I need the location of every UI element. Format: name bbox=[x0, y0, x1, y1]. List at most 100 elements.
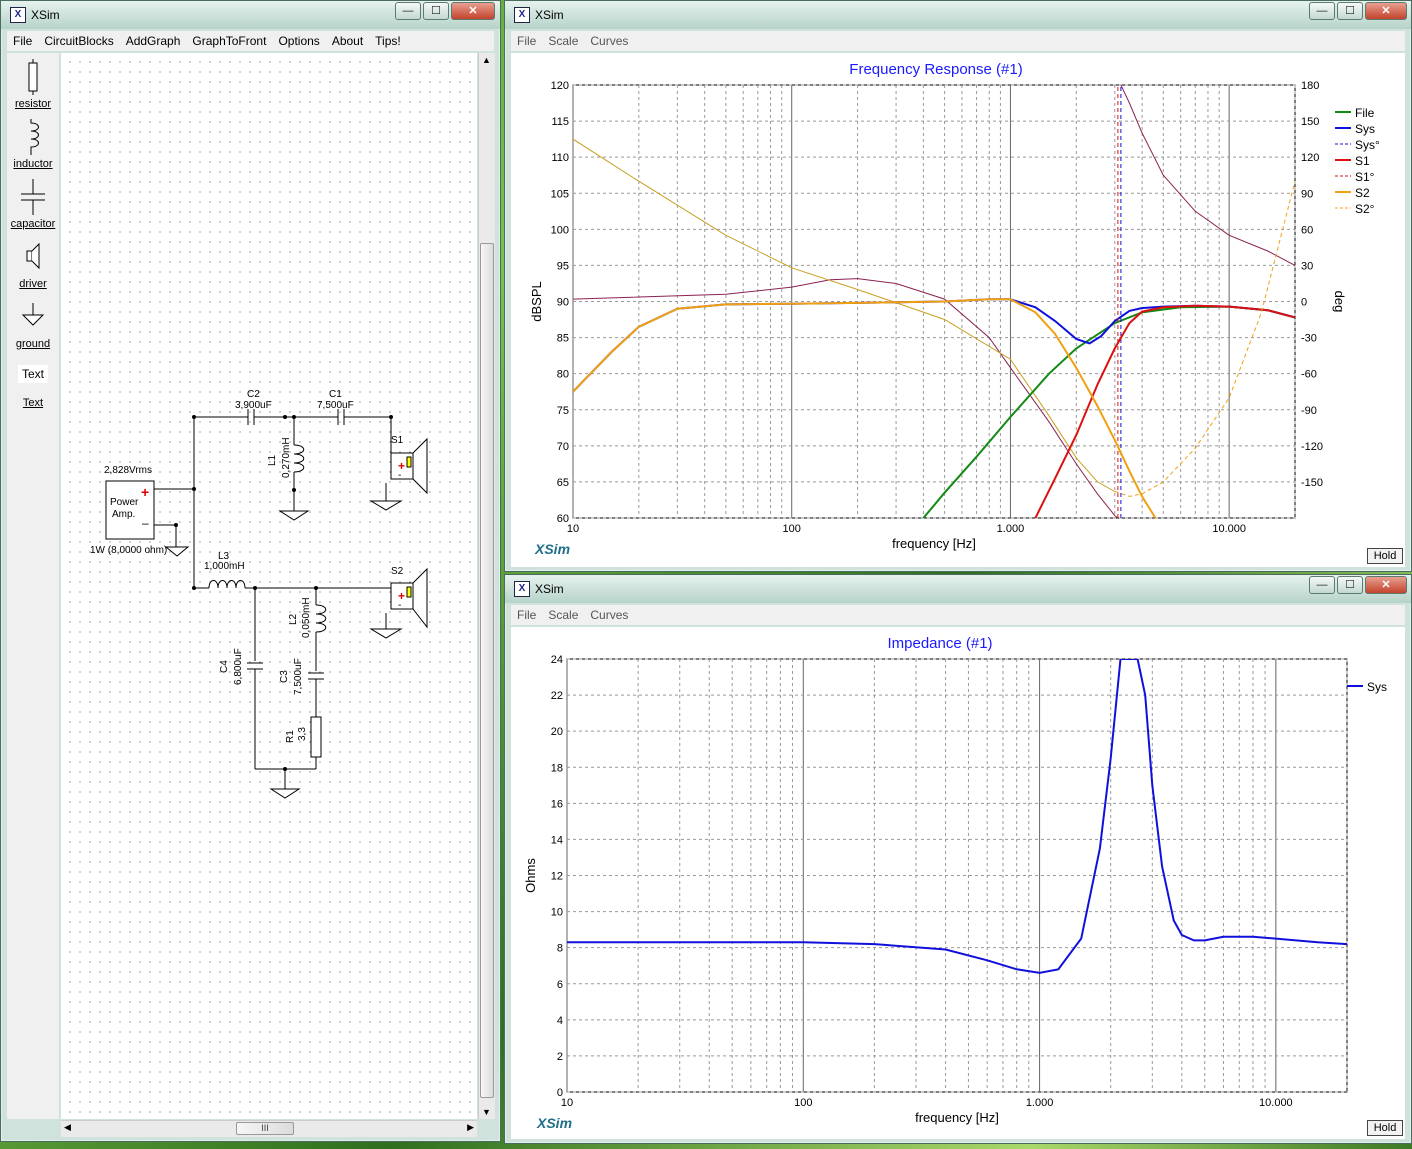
circuit-menu-circuitblocks[interactable]: CircuitBlocks bbox=[38, 31, 119, 48]
palette-ground[interactable]: ground bbox=[7, 299, 59, 350]
horizontal-scrollbar[interactable]: ◀ III ▶ bbox=[61, 1120, 477, 1137]
palette-label: capacitor bbox=[10, 218, 56, 230]
minimize-button[interactable]: — bbox=[1309, 576, 1335, 594]
c2-value: 3,900uF bbox=[235, 400, 272, 411]
l2-value: 0,050mH bbox=[301, 597, 312, 638]
impedance-menu-scale[interactable]: Scale bbox=[542, 605, 584, 622]
minimize-button[interactable]: — bbox=[1309, 2, 1335, 20]
y-tick-label: 18 bbox=[551, 762, 563, 774]
y2-tick-label: 60 bbox=[1301, 224, 1313, 236]
impedance-titlebar[interactable]: X XSim — ☐ ✕ bbox=[505, 575, 1411, 603]
frequency-menu-scale[interactable]: Scale bbox=[542, 31, 584, 48]
y-tick-label: 12 bbox=[551, 871, 563, 883]
y-tick-label: 120 bbox=[551, 80, 569, 92]
ground-icon bbox=[278, 510, 310, 521]
frequency-window: X XSim — ☐ ✕ File Scale Curves Frequency R… bbox=[504, 0, 1412, 572]
app-icon: X bbox=[10, 7, 26, 23]
frequency-menu-curves[interactable]: Curves bbox=[584, 31, 634, 48]
x-tick-label: 10 bbox=[561, 1097, 573, 1109]
circuit-menu-options[interactable]: Options bbox=[272, 31, 325, 48]
c3-name: C3 bbox=[279, 670, 290, 683]
frequency-menu-file[interactable]: File bbox=[511, 31, 542, 48]
legend-entry: Sys bbox=[1355, 122, 1375, 136]
x-tick-label: 100 bbox=[783, 523, 801, 535]
r1-value: 3,3 bbox=[297, 727, 308, 741]
l1-name: L1 bbox=[267, 454, 278, 466]
c4-name: C4 bbox=[219, 660, 230, 673]
scroll-left-arrow[interactable]: ◀ bbox=[64, 1122, 71, 1133]
amp-power: 1W (8,0000 ohm) bbox=[90, 545, 167, 556]
palette-text-link[interactable]: Text bbox=[7, 397, 59, 409]
c1-name: C1 bbox=[329, 389, 342, 400]
circuit-menu-about[interactable]: About bbox=[326, 31, 369, 48]
maximize-button[interactable]: ☐ bbox=[1337, 2, 1363, 20]
palette-driver[interactable]: driver bbox=[7, 239, 59, 290]
x-axis-label: frequency [Hz] bbox=[892, 536, 976, 551]
y2-tick-label: 180 bbox=[1301, 80, 1319, 92]
ground-icon bbox=[269, 788, 301, 799]
app-icon: X bbox=[514, 7, 530, 23]
circuit-window: X XSim — ☐ ✕ File CircuitBlocks AddGraph Gr… bbox=[0, 0, 501, 1142]
scroll-down-arrow[interactable]: ▼ bbox=[482, 1107, 491, 1117]
hold-button[interactable]: Hold bbox=[1367, 1120, 1403, 1136]
minimize-button[interactable]: — bbox=[395, 2, 421, 20]
legend-entry: S1 bbox=[1355, 154, 1370, 168]
maximize-button[interactable]: ☐ bbox=[423, 2, 449, 20]
ground-icon bbox=[21, 303, 45, 326]
close-button[interactable]: ✕ bbox=[451, 2, 495, 20]
impedance-menubar: File Scale Curves bbox=[511, 605, 1405, 625]
vertical-scrollbar[interactable]: ▲ ▼ bbox=[478, 53, 495, 1119]
l3-value: 1,000mH bbox=[204, 561, 245, 572]
circuit-menu-addgraph[interactable]: AddGraph bbox=[120, 31, 187, 48]
circuit-menu-graphtofront[interactable]: GraphToFront bbox=[186, 31, 272, 48]
schematic-canvas[interactable]: + - + - + – 2,828Vrms Power Amp. 1W (8,0… bbox=[61, 53, 477, 1119]
circuit-menubar: File CircuitBlocks AddGraph GraphToFront Opt… bbox=[7, 31, 494, 51]
circuit-menu-tips-[interactable]: Tips! bbox=[369, 31, 407, 48]
c4-value: 6,800uF bbox=[233, 648, 244, 685]
circuit-titlebar[interactable]: X XSim — ☐ ✕ bbox=[1, 1, 500, 29]
impedance-window: X XSim — ☐ ✕ File Scale Curves Impedance (… bbox=[504, 574, 1412, 1144]
scroll-up-arrow[interactable]: ▲ bbox=[482, 55, 491, 65]
xsim-brand: XSim bbox=[535, 541, 571, 557]
legend-entry: File bbox=[1355, 106, 1375, 120]
y-axis-label: Ohms bbox=[523, 858, 538, 893]
scroll-thumb[interactable] bbox=[480, 243, 494, 1098]
window-title: XSim bbox=[31, 8, 60, 22]
y2-tick-label: 0 bbox=[1301, 297, 1307, 309]
impedance-menu-curves[interactable]: Curves bbox=[584, 605, 634, 622]
scroll-thumb[interactable]: III bbox=[236, 1122, 294, 1135]
text-icon: Text bbox=[18, 365, 48, 383]
y-tick-label: 85 bbox=[557, 333, 569, 345]
y2-tick-label: -30 bbox=[1301, 333, 1317, 345]
legend-entry: S2 bbox=[1355, 186, 1370, 200]
close-button[interactable]: ✕ bbox=[1365, 2, 1407, 20]
maximize-button[interactable]: ☐ bbox=[1337, 576, 1363, 594]
palette-text[interactable]: Text bbox=[7, 365, 59, 383]
window-title: XSim bbox=[535, 582, 564, 596]
palette-label: Text bbox=[22, 397, 44, 409]
palette-label: driver bbox=[19, 278, 47, 290]
circuit-menu-file[interactable]: File bbox=[7, 31, 38, 48]
frequency-graph-area: Frequency Response (#1) 60 65 70 75 80 85 90 95… bbox=[511, 53, 1405, 567]
c3-value: 7,500uF bbox=[293, 658, 304, 695]
palette-resistor[interactable]: resistor bbox=[7, 59, 59, 110]
frequency-titlebar[interactable]: X XSim — ☐ ✕ bbox=[505, 1, 1411, 29]
y2-tick-label: 30 bbox=[1301, 260, 1313, 272]
x-tick-label: 1.000 bbox=[1026, 1097, 1054, 1109]
impedance-menu-file[interactable]: File bbox=[511, 605, 542, 622]
schematic: + - + - + – 2,828Vrms Power Amp. 1W (8,0… bbox=[90, 389, 428, 799]
close-button[interactable]: ✕ bbox=[1365, 576, 1407, 594]
y-tick-label: 24 bbox=[551, 654, 563, 666]
y2-tick-label: -90 bbox=[1301, 405, 1317, 417]
palette-inductor[interactable]: inductor bbox=[7, 119, 59, 170]
y-tick-label: 8 bbox=[557, 943, 563, 955]
impedance-graph-area: Impedance (#1) 0 2 4 6 8 10 12 14 16 18 20 22 24 10 10… bbox=[511, 627, 1405, 1139]
r1-name: R1 bbox=[285, 730, 296, 743]
amp-label-2: Amp. bbox=[112, 509, 135, 520]
s2-name: S2 bbox=[391, 566, 404, 577]
palette-capacitor[interactable]: capacitor bbox=[7, 179, 59, 230]
scroll-right-arrow[interactable]: ▶ bbox=[467, 1122, 474, 1133]
x-tick-label: 10 bbox=[567, 523, 579, 535]
hold-button[interactable]: Hold bbox=[1367, 548, 1403, 564]
ground-icon bbox=[369, 628, 403, 639]
